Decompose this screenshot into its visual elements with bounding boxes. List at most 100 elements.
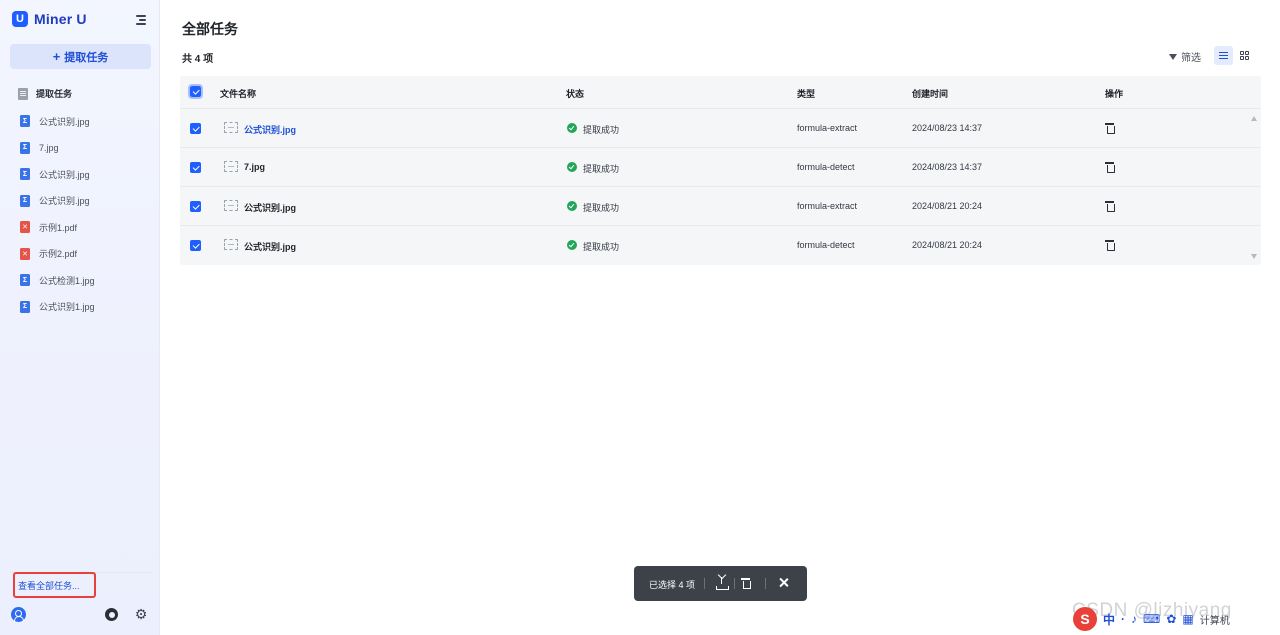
brand-name: Miner U bbox=[34, 11, 87, 27]
sidebar-file-item[interactable]: ✕ 示例2.pdf bbox=[20, 241, 95, 268]
close-icon[interactable] bbox=[778, 577, 789, 588]
table-row[interactable]: 公式识别.jpg 提取成功 formula-extract 2024/08/23… bbox=[180, 108, 1261, 147]
page-title: 全部任务 bbox=[182, 21, 238, 37]
selection-action-bar: 已选择 4 项 bbox=[634, 566, 807, 601]
pdf-file-icon: ✕ bbox=[20, 247, 30, 260]
file-name[interactable]: 公式识别.jpg bbox=[244, 240, 296, 253]
row-checkbox[interactable] bbox=[190, 240, 201, 251]
formula-file-icon: Σ bbox=[20, 168, 30, 181]
sidebar-section-extract-tasks[interactable]: 提取任务 bbox=[18, 87, 72, 100]
ime-logo-icon[interactable]: S bbox=[1073, 607, 1097, 631]
github-icon[interactable] bbox=[105, 608, 118, 621]
ime-keyboard-icon[interactable]: ⌨ bbox=[1143, 612, 1160, 626]
trash-icon[interactable] bbox=[1105, 123, 1115, 134]
table-row[interactable]: 7.jpg 提取成功 formula-detect 2024/08/23 14:… bbox=[180, 147, 1261, 186]
file-name: 公式识别1.jpg bbox=[39, 302, 95, 313]
created-time: 2024/08/21 20:24 bbox=[912, 240, 983, 250]
column-header-type: 类型 bbox=[797, 89, 816, 99]
created-time: 2024/08/21 20:24 bbox=[912, 201, 983, 211]
grid-view-button[interactable] bbox=[1235, 46, 1254, 65]
sidebar-file-item[interactable]: Σ 7.jpg bbox=[20, 135, 95, 162]
new-extract-task-button[interactable]: + 提取任务 bbox=[10, 44, 151, 69]
success-check-icon bbox=[567, 240, 577, 250]
file-name: 7.jpg bbox=[39, 142, 59, 153]
ime-grid-icon[interactable]: ▦ bbox=[1182, 612, 1193, 626]
column-header-actions: 操作 bbox=[1105, 89, 1124, 99]
table-row[interactable]: 公式识别.jpg 提取成功 formula-detect 2024/08/21 … bbox=[180, 225, 1261, 264]
success-check-icon bbox=[567, 162, 577, 172]
ime-mode-toggle[interactable]: 中 bbox=[1103, 611, 1115, 628]
status-text: 提取成功 bbox=[583, 125, 620, 135]
trash-icon[interactable] bbox=[1105, 240, 1115, 251]
sidebar-file-item[interactable]: ✕ 示例1.pdf bbox=[20, 214, 95, 241]
file-name[interactable]: 7.jpg bbox=[244, 162, 265, 172]
ime-punctuation-icon[interactable]: · bbox=[1121, 612, 1125, 626]
formula-file-icon: Σ bbox=[20, 141, 30, 154]
plus-icon: + bbox=[52, 49, 61, 64]
user-avatar-icon[interactable] bbox=[11, 607, 26, 622]
new-task-label: 提取任务 bbox=[64, 51, 109, 64]
file-name: 示例1.pdf bbox=[39, 222, 78, 233]
task-type: formula-extract bbox=[797, 123, 858, 133]
table-header: 文件名称 状态 类型 创建时间 操作 bbox=[180, 76, 1261, 108]
task-table: 文件名称 状态 类型 创建时间 操作 公式识别.jpg 提取成功 formula… bbox=[180, 76, 1261, 265]
brand[interactable]: U Miner U bbox=[12, 11, 87, 27]
image-thumbnail-icon bbox=[224, 239, 238, 250]
ime-voice-icon[interactable]: ♪ bbox=[1131, 612, 1137, 626]
image-thumbnail-icon bbox=[224, 161, 238, 172]
divider bbox=[704, 578, 705, 589]
scroll-down-arrow-icon[interactable] bbox=[1251, 254, 1257, 259]
file-name: 公式检测1.jpg bbox=[39, 275, 95, 286]
sidebar-collapse-icon[interactable] bbox=[134, 13, 148, 27]
file-name: 公式识别.jpg bbox=[39, 196, 90, 207]
divider bbox=[734, 578, 735, 589]
sidebar-file-item[interactable]: Σ 公式识别.jpg bbox=[20, 188, 95, 215]
select-all-checkbox[interactable] bbox=[188, 84, 203, 99]
column-header-status: 状态 bbox=[566, 89, 585, 99]
column-header-name: 文件名称 bbox=[220, 89, 257, 99]
file-name[interactable]: 公式识别.jpg bbox=[244, 201, 296, 214]
file-name-link[interactable]: 公式识别.jpg bbox=[244, 123, 296, 136]
trash-icon[interactable] bbox=[1105, 201, 1115, 212]
row-checkbox[interactable] bbox=[190, 123, 201, 134]
pdf-file-icon: ✕ bbox=[20, 221, 30, 234]
gear-icon[interactable]: ⚙ bbox=[134, 607, 148, 621]
task-list-icon bbox=[18, 87, 28, 100]
view-all-tasks-link[interactable]: 查看全部任务... bbox=[13, 572, 96, 598]
sidebar-file-item[interactable]: Σ 公式识别1.jpg bbox=[20, 294, 95, 321]
sidebar-file-list: Σ 公式识别.jpg Σ 7.jpg Σ 公式识别.jpg Σ 公式识别.jpg… bbox=[20, 108, 95, 320]
scroll-up-arrow-icon[interactable] bbox=[1251, 116, 1257, 121]
trash-icon[interactable] bbox=[1105, 162, 1115, 173]
task-type: formula-detect bbox=[797, 240, 855, 250]
view-toggle bbox=[1214, 46, 1254, 65]
item-count: 共 4 项 bbox=[182, 54, 214, 65]
list-view-icon bbox=[1219, 51, 1228, 60]
tray-text: 计算机 bbox=[1199, 615, 1230, 627]
row-checkbox[interactable] bbox=[190, 162, 201, 173]
status-text: 提取成功 bbox=[583, 203, 620, 213]
bulk-delete-trash-icon[interactable] bbox=[741, 578, 751, 589]
created-time: 2024/08/23 14:37 bbox=[912, 162, 983, 172]
status-text: 提取成功 bbox=[583, 242, 620, 252]
ime-skin-icon[interactable]: ✿ bbox=[1166, 612, 1176, 626]
filter-button[interactable]: 筛选 bbox=[1169, 49, 1201, 64]
row-checkbox[interactable] bbox=[190, 201, 201, 212]
section-label: 提取任务 bbox=[36, 89, 73, 99]
sidebar-file-item[interactable]: Σ 公式识别.jpg bbox=[20, 108, 95, 135]
image-thumbnail-icon bbox=[224, 122, 238, 133]
formula-file-icon: Σ bbox=[20, 115, 30, 128]
formula-file-icon: Σ bbox=[20, 274, 30, 287]
image-thumbnail-icon bbox=[224, 200, 238, 211]
task-type: formula-extract bbox=[797, 201, 858, 211]
selected-count: 已选择 4 项 bbox=[649, 580, 696, 590]
sidebar-file-item[interactable]: Σ 公式检测1.jpg bbox=[20, 267, 95, 294]
sidebar-file-item[interactable]: Σ 公式识别.jpg bbox=[20, 161, 95, 188]
success-check-icon bbox=[567, 201, 577, 211]
grid-view-icon bbox=[1240, 51, 1249, 60]
column-header-created: 创建时间 bbox=[912, 89, 949, 99]
list-view-button[interactable] bbox=[1214, 46, 1233, 65]
divider bbox=[765, 578, 766, 589]
filter-label: 筛选 bbox=[1181, 53, 1201, 64]
table-row[interactable]: 公式识别.jpg 提取成功 formula-extract 2024/08/21… bbox=[180, 186, 1261, 225]
ime-toolbar: S 中 · ♪ ⌨ ✿ ▦ 计算机 bbox=[1073, 606, 1273, 632]
